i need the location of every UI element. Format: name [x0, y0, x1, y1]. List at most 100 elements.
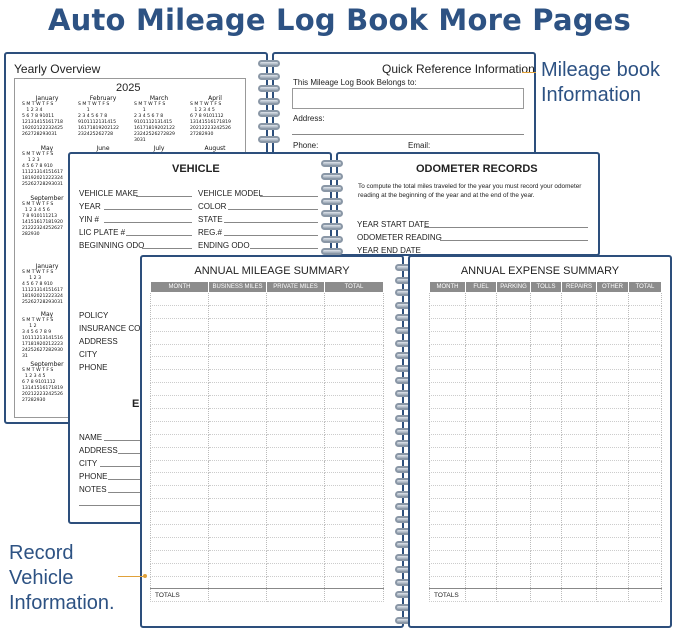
- table-cell[interactable]: [596, 305, 629, 319]
- table-cell[interactable]: [596, 434, 629, 448]
- table-cell[interactable]: [496, 524, 531, 538]
- table-cell[interactable]: [324, 485, 384, 500]
- table-cell[interactable]: [561, 537, 597, 551]
- table-cell[interactable]: [465, 447, 497, 461]
- table-cell[interactable]: [324, 408, 384, 422]
- table-cell[interactable]: [150, 395, 209, 410]
- table-cell[interactable]: [530, 447, 562, 461]
- table-cell[interactable]: [596, 485, 629, 500]
- table-cell[interactable]: [208, 550, 267, 564]
- table-cell[interactable]: [530, 318, 562, 332]
- table-cell[interactable]: [208, 292, 267, 306]
- table-cell[interactable]: [596, 460, 629, 474]
- table-cell[interactable]: [465, 485, 497, 500]
- table-cell[interactable]: [150, 318, 209, 332]
- table-cell[interactable]: [465, 305, 497, 319]
- table-cell[interactable]: [465, 550, 497, 564]
- table-cell[interactable]: [465, 472, 497, 487]
- table-cell[interactable]: [208, 472, 267, 487]
- table-cell[interactable]: [429, 524, 466, 538]
- table-cell[interactable]: [561, 395, 597, 410]
- totals-cell[interactable]: [530, 588, 562, 603]
- table-cell[interactable]: [596, 382, 629, 397]
- table-cell[interactable]: [429, 498, 466, 513]
- table-cell[interactable]: [465, 498, 497, 513]
- table-cell[interactable]: [266, 382, 325, 397]
- table-cell[interactable]: [628, 537, 662, 551]
- table-cell[interactable]: [530, 408, 562, 422]
- table-cell[interactable]: [496, 576, 531, 590]
- table-cell[interactable]: [596, 395, 629, 410]
- table-cell[interactable]: [496, 408, 531, 422]
- table-cell[interactable]: [324, 331, 384, 345]
- table-cell[interactable]: [596, 537, 629, 551]
- table-cell[interactable]: [496, 472, 531, 487]
- table-cell[interactable]: [324, 537, 384, 551]
- table-cell[interactable]: [324, 447, 384, 461]
- table-cell[interactable]: [324, 563, 384, 577]
- table-cell[interactable]: [628, 434, 662, 448]
- table-cell[interactable]: [465, 331, 497, 345]
- table-cell[interactable]: [324, 576, 384, 590]
- table-cell[interactable]: [208, 524, 267, 538]
- table-cell[interactable]: [530, 511, 562, 526]
- table-cell[interactable]: [324, 524, 384, 538]
- table-cell[interactable]: [530, 305, 562, 319]
- table-cell[interactable]: [561, 331, 597, 345]
- table-cell[interactable]: [429, 576, 466, 590]
- table-cell[interactable]: [429, 305, 466, 319]
- table-cell[interactable]: [596, 292, 629, 306]
- table-cell[interactable]: [150, 511, 209, 526]
- table-cell[interactable]: [496, 382, 531, 397]
- table-cell[interactable]: [465, 408, 497, 422]
- table-cell[interactable]: [324, 382, 384, 397]
- table-cell[interactable]: [150, 485, 209, 500]
- table-cell[interactable]: [596, 344, 629, 358]
- table-cell[interactable]: [496, 537, 531, 551]
- table-cell[interactable]: [561, 356, 597, 371]
- table-cell[interactable]: [561, 485, 597, 500]
- table-cell[interactable]: [530, 537, 562, 551]
- table-cell[interactable]: [496, 305, 531, 319]
- table-cell[interactable]: [496, 331, 531, 345]
- table-cell[interactable]: [429, 369, 466, 384]
- table-cell[interactable]: [628, 292, 662, 306]
- table-cell[interactable]: [266, 576, 325, 590]
- table-cell[interactable]: [596, 356, 629, 371]
- table-cell[interactable]: [266, 434, 325, 448]
- table-cell[interactable]: [530, 563, 562, 577]
- table-cell[interactable]: [465, 369, 497, 384]
- table-cell[interactable]: [628, 395, 662, 410]
- table-cell[interactable]: [628, 576, 662, 590]
- table-cell[interactable]: [429, 434, 466, 448]
- table-cell[interactable]: [496, 318, 531, 332]
- table-cell[interactable]: [208, 356, 267, 371]
- table-cell[interactable]: [429, 460, 466, 474]
- table-cell[interactable]: [530, 395, 562, 410]
- table-cell[interactable]: [530, 434, 562, 448]
- totals-cell[interactable]: [324, 588, 384, 603]
- table-cell[interactable]: [628, 447, 662, 461]
- table-cell[interactable]: [496, 434, 531, 448]
- table-cell[interactable]: [429, 395, 466, 410]
- table-cell[interactable]: [150, 537, 209, 551]
- table-cell[interactable]: [561, 292, 597, 306]
- table-cell[interactable]: [530, 485, 562, 500]
- table-cell[interactable]: [208, 485, 267, 500]
- table-cell[interactable]: [596, 369, 629, 384]
- table-cell[interactable]: [628, 344, 662, 358]
- table-cell[interactable]: [266, 537, 325, 551]
- table-cell[interactable]: [596, 331, 629, 345]
- table-cell[interactable]: [324, 550, 384, 564]
- table-cell[interactable]: [150, 421, 209, 435]
- table-cell[interactable]: [266, 356, 325, 371]
- table-cell[interactable]: [496, 369, 531, 384]
- table-cell[interactable]: [530, 369, 562, 384]
- table-cell[interactable]: [496, 550, 531, 564]
- owner-name-field[interactable]: [292, 88, 524, 109]
- table-cell[interactable]: [530, 292, 562, 306]
- table-cell[interactable]: [429, 318, 466, 332]
- table-cell[interactable]: [628, 382, 662, 397]
- table-cell[interactable]: [429, 472, 466, 487]
- table-cell[interactable]: [266, 292, 325, 306]
